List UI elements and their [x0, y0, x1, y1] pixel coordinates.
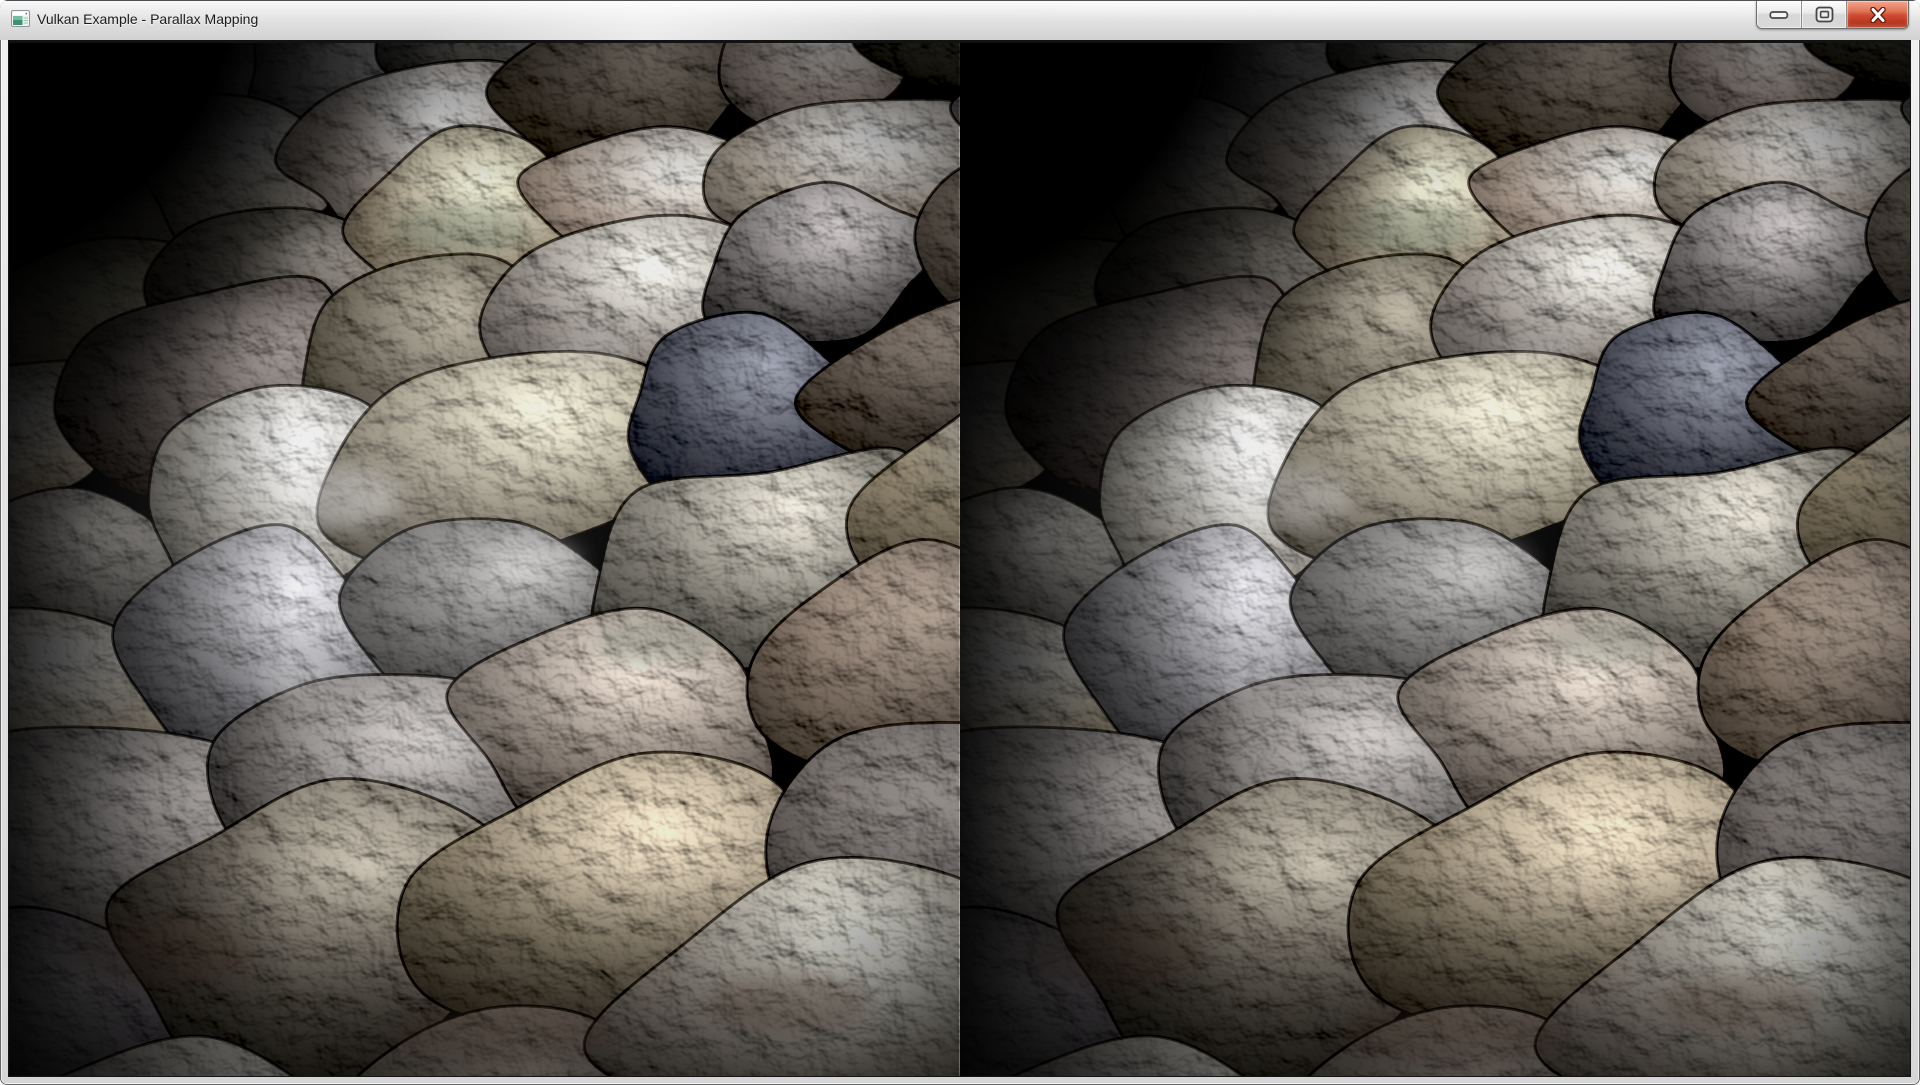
maximize-button[interactable]: [1802, 1, 1847, 28]
viewport-left[interactable]: [9, 43, 960, 1076]
caption-button-group: [1756, 1, 1909, 29]
viewport-right[interactable]: [960, 43, 1911, 1076]
minimize-button[interactable]: [1757, 1, 1802, 28]
render-area: [8, 40, 1911, 1077]
app-window-icon: [11, 10, 30, 27]
close-button[interactable]: [1847, 1, 1908, 28]
app-window: Vulkan Example - Parallax Mapping: [0, 0, 1920, 1085]
right-render-canvas: [960, 43, 1911, 1076]
window-border-bottom[interactable]: [0, 1077, 1920, 1085]
left-render-canvas: [9, 43, 960, 1076]
close-icon: [1869, 7, 1887, 23]
app-icon[interactable]: [11, 10, 30, 27]
minimize-icon: [1769, 10, 1789, 20]
window-border-right[interactable]: [1911, 40, 1920, 1077]
window-border-left[interactable]: [0, 40, 8, 1077]
title-bar[interactable]: Vulkan Example - Parallax Mapping: [0, 0, 1920, 40]
maximize-icon: [1815, 6, 1834, 23]
window-title: Vulkan Example - Parallax Mapping: [37, 0, 258, 40]
